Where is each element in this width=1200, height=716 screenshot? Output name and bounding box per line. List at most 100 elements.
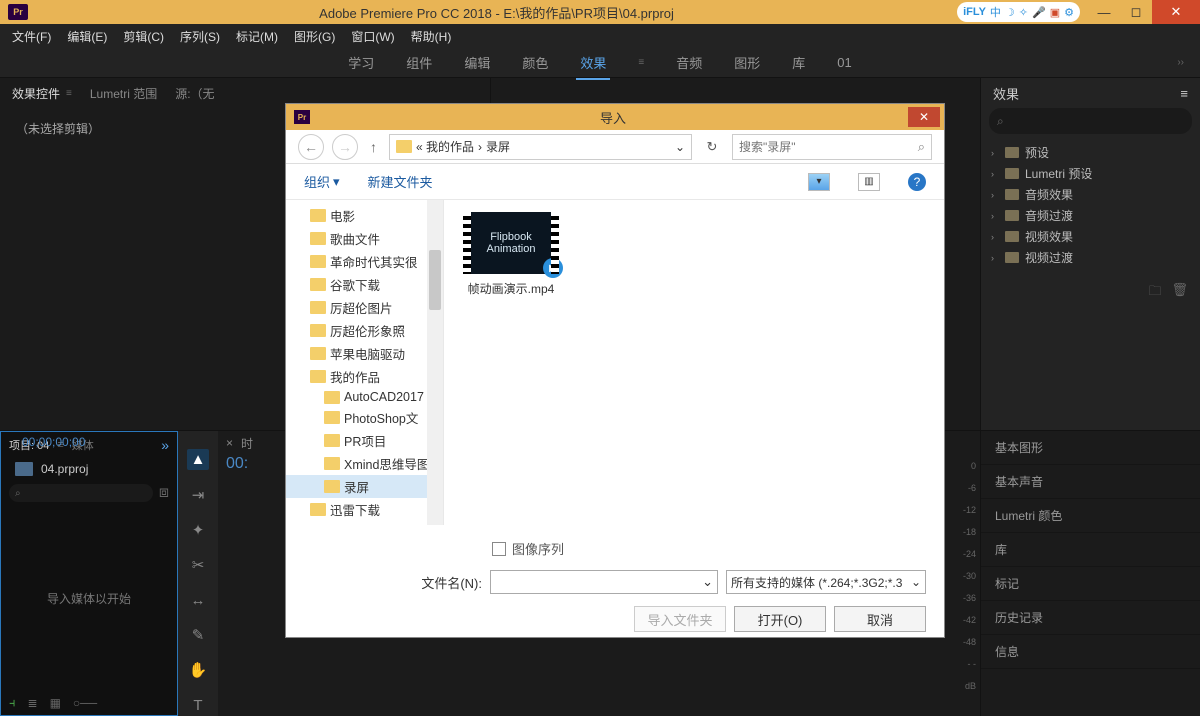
ifly-toolbar[interactable]: iFLY中☽✧🎤▣⚙ <box>957 2 1080 22</box>
menu-file[interactable]: 文件(F) <box>4 28 59 45</box>
menu-graphics[interactable]: 图形(G) <box>286 28 343 45</box>
view-details-button[interactable]: ▥ <box>858 173 880 191</box>
delete-icon[interactable]: 🗑 <box>1171 282 1188 304</box>
panel-tab[interactable]: Lumetri 颜色 <box>981 499 1200 533</box>
close-timeline-icon[interactable]: × <box>226 436 233 450</box>
panel-tab[interactable]: 基本图形 <box>981 431 1200 465</box>
tree-folder[interactable]: 录屏 <box>286 475 443 498</box>
nav-up-button[interactable]: ↑ <box>366 139 381 155</box>
tree-folder[interactable]: PhotoShop文 <box>286 406 443 429</box>
tree-folder[interactable]: AutoCAD2017 <box>286 388 443 406</box>
menu-sequence[interactable]: 序列(S) <box>172 28 228 45</box>
file-list[interactable]: Flipbook Animation ▶ 帧动画演示.mp4 <box>444 200 944 525</box>
file-item[interactable]: Flipbook Animation ▶ 帧动画演示.mp4 <box>456 212 566 297</box>
ws-editing[interactable]: 编辑 <box>464 47 490 78</box>
image-sequence-checkbox[interactable] <box>492 542 506 556</box>
breadcrumb[interactable]: « 我的作品› 录屏 ⌄ <box>389 134 692 160</box>
effects-folder[interactable]: ›视频效果 <box>991 226 1190 247</box>
tree-scrollbar[interactable] <box>427 200 443 525</box>
dialog-search-input[interactable] <box>739 140 899 154</box>
tree-folder[interactable]: 电影 <box>286 204 443 227</box>
dialog-search-box[interactable]: ⌕ <box>732 134 932 160</box>
pen-tool[interactable]: ✎ <box>187 625 209 646</box>
tab-source[interactable]: 源:（无 <box>175 85 214 102</box>
scrollbar-thumb[interactable] <box>429 250 441 310</box>
ws-learn[interactable]: 学习 <box>348 47 374 78</box>
ws-01[interactable]: 01 <box>837 49 851 76</box>
import-drop-area[interactable]: 导入媒体以开始 <box>9 514 169 683</box>
type-tool[interactable]: T <box>187 695 209 716</box>
close-button[interactable]: ✕ <box>1152 0 1200 24</box>
zoom-slider[interactable]: ○── <box>73 696 97 710</box>
effects-folder[interactable]: ›视频过渡 <box>991 247 1190 268</box>
tree-folder[interactable]: 歌曲文件 <box>286 227 443 250</box>
ws-graphics[interactable]: 图形 <box>734 47 760 78</box>
panel-tab[interactable]: 基本声音 <box>981 465 1200 499</box>
menu-window[interactable]: 窗口(W) <box>343 28 402 45</box>
tree-folder[interactable]: Xmind思维导图 <box>286 452 443 475</box>
tree-folder[interactable]: 谷歌下载 <box>286 273 443 296</box>
tree-folder[interactable]: 厉超伦形象照 <box>286 319 443 342</box>
file-type-select[interactable]: 所有支持的媒体 (*.264;*.3G2;*.3⌄ <box>726 570 926 594</box>
filter-bin-icon[interactable]: ⧈ <box>159 484 169 502</box>
timeline-tab[interactable]: 时 <box>241 435 253 452</box>
tab-effect-controls[interactable]: 效果控件≡ <box>12 85 72 102</box>
list-view-icon[interactable]: ⫞ <box>9 695 16 711</box>
freeform-view-icon[interactable]: ▦ <box>50 696 61 710</box>
tree-folder[interactable]: 我的作品 <box>286 365 443 388</box>
tree-folder[interactable]: 革命时代其实很 <box>286 250 443 273</box>
effects-folder[interactable]: ›Lumetri 预设 <box>991 163 1190 184</box>
nav-back-button[interactable]: ← <box>298 134 324 160</box>
effects-folder[interactable]: ›音频过渡 <box>991 205 1190 226</box>
effects-menu-icon[interactable]: ≡ <box>1180 86 1188 101</box>
ws-menu-icon[interactable]: ≡ <box>638 57 644 68</box>
ws-assembly[interactable]: 组件 <box>406 47 432 78</box>
effects-search[interactable]: ⌕ <box>989 108 1192 134</box>
open-button[interactable]: 打开(O) <box>734 606 826 632</box>
crumb-1[interactable]: 录屏 <box>486 138 510 155</box>
import-folder-button[interactable]: 导入文件夹 <box>634 606 726 632</box>
organize-menu[interactable]: 组织 ▾ <box>304 172 340 191</box>
panel-tab[interactable]: 标记 <box>981 567 1200 601</box>
maximize-button[interactable]: ◻ <box>1120 0 1152 24</box>
panel-tab[interactable]: 历史记录 <box>981 601 1200 635</box>
ws-effects[interactable]: 效果 <box>580 47 606 78</box>
ws-audio[interactable]: 音频 <box>676 47 702 78</box>
icon-view-icon[interactable]: ≣ <box>28 696 38 710</box>
menu-clip[interactable]: 剪辑(C) <box>115 28 172 45</box>
razor-tool[interactable]: ✂ <box>187 554 209 575</box>
slip-tool[interactable]: ↔ <box>187 590 209 611</box>
crumb-0[interactable]: « 我的作品 <box>416 138 474 155</box>
nav-forward-button[interactable]: → <box>332 134 358 160</box>
new-bin-icon[interactable]: 🗀 <box>1148 282 1161 304</box>
dialog-close-button[interactable]: ✕ <box>908 107 940 127</box>
ws-color[interactable]: 颜色 <box>522 47 548 78</box>
tree-folder[interactable]: 迅雷下载 <box>286 498 443 521</box>
tree-folder[interactable]: 厉超伦图片 <box>286 296 443 319</box>
refresh-button[interactable]: ↻ <box>700 139 724 155</box>
panel-tab[interactable]: 库 <box>981 533 1200 567</box>
menu-markers[interactable]: 标记(M) <box>228 28 286 45</box>
selection-tool[interactable]: ▲ <box>187 449 209 470</box>
ripple-edit-tool[interactable]: ✦ <box>187 519 209 540</box>
tree-folder[interactable]: PR项目 <box>286 429 443 452</box>
folder-tree[interactable]: 电影歌曲文件革命时代其实很谷歌下载厉超伦图片厉超伦形象照苹果电脑驱动我的作品Au… <box>286 200 444 525</box>
effects-folder[interactable]: ›音频效果 <box>991 184 1190 205</box>
filename-input[interactable]: ⌄ <box>490 570 718 594</box>
panel-tab[interactable]: 信息 <box>981 635 1200 669</box>
menu-edit[interactable]: 编辑(E) <box>59 28 115 45</box>
ws-libraries[interactable]: 库 <box>792 47 805 78</box>
ws-overflow-icon[interactable]: ›› <box>1177 57 1184 68</box>
panel-expand-icon[interactable]: » <box>161 437 169 453</box>
tree-folder[interactable]: 苹果电脑驱动 <box>286 342 443 365</box>
new-folder-button[interactable]: 新建文件夹 <box>368 172 433 191</box>
minimize-button[interactable]: — <box>1088 0 1120 24</box>
help-button[interactable]: ? <box>908 173 926 191</box>
view-icons-button[interactable]: ▾ <box>808 173 830 191</box>
effects-folder[interactable]: ›预设 <box>991 142 1190 163</box>
track-select-tool[interactable]: ⇥ <box>187 484 209 505</box>
tab-lumetri-scope[interactable]: Lumetri 范围 <box>90 85 157 102</box>
cancel-button[interactable]: 取消 <box>834 606 926 632</box>
tree-folder[interactable]: 张进千 <box>286 521 443 525</box>
project-search[interactable]: ⌕ <box>9 484 153 502</box>
